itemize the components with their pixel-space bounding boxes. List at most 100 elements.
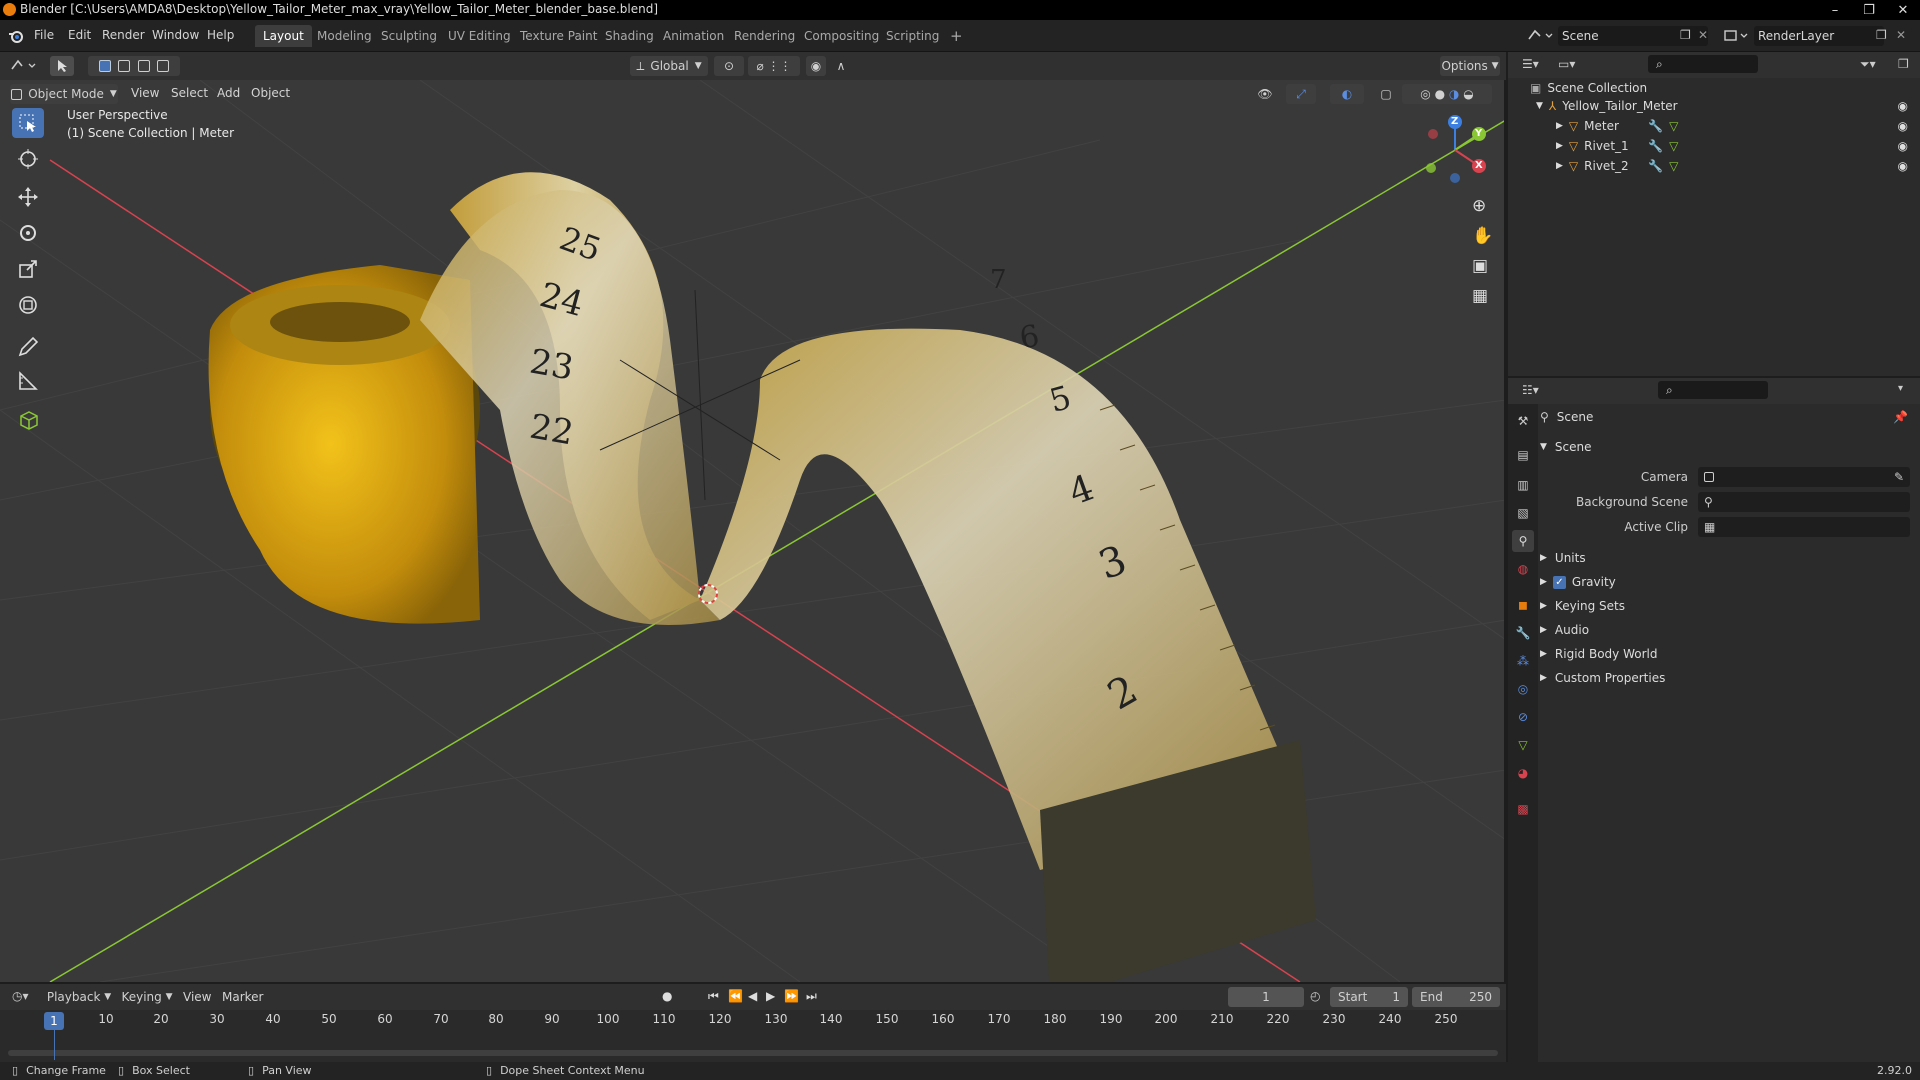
expand-arrow-icon[interactable]: ▶ [1540,625,1547,635]
background-scene-field[interactable]: ⚲ [1698,492,1910,512]
material-tab-icon[interactable]: ◕ [1512,762,1534,784]
jump-keyframe-forward-icon[interactable]: ⏩ [784,989,799,1003]
texture-tab-icon[interactable]: ▩ [1512,798,1534,820]
zoom-icon[interactable]: ⊕ [1472,196,1486,216]
eyedropper-icon[interactable]: ✎ [1894,470,1904,484]
expand-arrow-icon[interactable]: ▼ [1540,442,1547,452]
menu-file[interactable]: File [34,28,54,42]
modifier-wrench-icon[interactable]: 🔧 [1648,119,1663,133]
filter-icon[interactable]: ⏷▾ [1860,57,1876,72]
camera-view-icon[interactable]: ▣ [1472,256,1488,276]
expand-arrow-icon[interactable]: ▼ [1536,101,1543,111]
viewport-menu-view[interactable]: View [131,86,159,100]
annotate-tool[interactable] [12,332,44,362]
wireframe-shading-icon[interactable]: ◎ [1420,87,1430,101]
blender-menu-icon[interactable] [8,28,24,44]
scene-tab-icon[interactable]: ⚲ [1512,530,1534,552]
playback-dropdown[interactable]: Playback ▼ [46,987,112,1007]
render-tab-icon[interactable]: ▤ [1512,444,1534,466]
current-frame-field[interactable]: 1 [1228,987,1304,1007]
play-icon[interactable]: ▶ [766,989,775,1003]
tab-animation[interactable]: Animation [655,25,732,47]
material-shading-icon[interactable]: ◑ [1449,87,1459,101]
select-subtract-icon[interactable] [137,60,150,72]
record-button[interactable]: ● [662,989,672,1003]
timeline-editor-type-icon[interactable]: ◷▾ [12,989,29,1003]
custom-properties-panel[interactable]: ▶ Custom Properties [1540,667,1916,689]
transform-tool[interactable] [12,290,44,320]
add-workspace-button[interactable]: + [942,25,971,47]
jump-end-icon[interactable]: ⏭ [806,989,817,1004]
add-cube-tool[interactable] [12,404,44,434]
mesh-data-icon[interactable]: ▽ [1669,119,1678,133]
outliner-editor-type-icon[interactable]: ☰▾ [1522,57,1539,71]
delete-scene-icon[interactable]: ✕ [1698,28,1708,42]
expand-arrow-icon[interactable]: ▶ [1540,553,1547,563]
outliner-collection-row[interactable]: ▼ ⅄ Yellow_Tailor_Meter ◉ [1508,96,1920,116]
new-layer-icon[interactable]: ❐ [1876,28,1887,42]
object-tab-icon[interactable]: ◼ [1512,594,1534,616]
select-extend-icon[interactable] [118,60,131,72]
menu-window[interactable]: Window [152,28,199,42]
snapping-group[interactable]: ⌀ ⋮⋮ [748,56,800,76]
jump-keyframe-back-icon[interactable]: ⏪ [728,989,743,1003]
tab-compositing[interactable]: Compositing [796,25,887,47]
outliner-object-rivet-1[interactable]: ▶ ▽ Rivet_1 🔧 ▽ ◉ [1508,136,1920,156]
rigid-body-world-panel[interactable]: ▶ Rigid Body World [1540,643,1916,665]
camera-field[interactable]: ✎ [1698,467,1910,487]
xray-toggle[interactable]: ▢ [1376,84,1396,104]
view-layer-icon[interactable] [1722,27,1750,45]
tab-uv-editing[interactable]: UV Editing [440,25,519,47]
keying-dropdown[interactable]: Keying ▼ [118,987,176,1007]
visibility-eye-icon[interactable]: ◉ [1898,159,1908,173]
outliner-object-meter[interactable]: ▶ ▽ Meter 🔧 ▽ ◉ [1508,116,1920,136]
editor-type-icon[interactable] [10,57,38,75]
rotate-tool[interactable] [12,218,44,248]
expand-arrow-icon[interactable]: ▶ [1540,649,1547,659]
tab-shading[interactable]: Shading [597,25,662,47]
timeline-scrollbar[interactable] [8,1050,1498,1056]
gravity-checkbox[interactable]: ✓ [1552,575,1566,589]
select-mode-group[interactable] [88,56,180,76]
output-tab-icon[interactable]: ▥ [1512,474,1534,496]
end-frame-field[interactable]: End 250 [1412,987,1500,1007]
visibility-eye-icon[interactable]: ◉ [1898,99,1908,113]
shading-mode-group[interactable]: ◎ ● ◑ ◒ [1402,84,1492,104]
tab-scripting[interactable]: Scripting [878,25,947,47]
mesh-data-icon[interactable]: ▽ [1669,159,1678,173]
physics-tab-icon[interactable]: ◎ [1512,678,1534,700]
scene-selector-icon[interactable] [1526,27,1554,45]
transform-orientation-dropdown[interactable]: ⟂ Global ▼ [630,56,708,76]
gravity-panel[interactable]: ▶ ✓ Gravity [1540,571,1916,593]
move-tool[interactable] [12,182,44,212]
data-tab-icon[interactable]: ▽ [1512,734,1534,756]
object-mode-dropdown[interactable]: Object Mode ▼ [10,84,118,104]
timeline-menu-marker[interactable]: Marker [222,990,263,1004]
measure-tool[interactable] [12,366,44,396]
viewport-menu-add[interactable]: Add [217,86,240,100]
playhead-frame-indicator[interactable]: 1 [44,1012,64,1030]
visibility-eye-icon[interactable]: ◉ [1898,139,1908,153]
outliner-search-input[interactable]: ⌕ [1648,55,1758,73]
expand-arrow-icon[interactable]: ▶ [1540,673,1547,683]
properties-search-input[interactable]: ⌕ [1658,381,1768,399]
mesh-data-icon[interactable]: ▽ [1669,139,1678,153]
constraints-tab-icon[interactable]: ⊘ [1512,706,1534,728]
new-scene-icon[interactable]: ❐ [1680,28,1691,42]
menu-render[interactable]: Render [102,28,145,42]
rendered-shading-icon[interactable]: ◒ [1463,87,1473,101]
menu-edit[interactable]: Edit [68,28,91,42]
stopwatch-icon[interactable]: ◴ [1310,989,1320,1003]
world-tab-icon[interactable]: ◍ [1512,558,1534,580]
tool-tab-icon[interactable]: ⚒ [1512,410,1534,432]
gizmo-toggle[interactable]: ⤢ [1286,84,1316,104]
outliner-scene-collection[interactable]: ▣ Scene Collection [1508,78,1920,98]
audio-panel[interactable]: ▶ Audio [1540,619,1916,641]
start-frame-field[interactable]: Start 1 [1330,987,1408,1007]
grid-perspective-icon[interactable]: ▦ [1472,286,1488,306]
display-mode-icon[interactable]: ▭▾ [1558,57,1575,71]
select-box-tool[interactable] [12,108,44,138]
delete-layer-icon[interactable]: ✕ [1896,28,1906,42]
modifier-wrench-icon[interactable]: 🔧 [1648,159,1663,173]
tab-rendering[interactable]: Rendering [726,25,803,47]
